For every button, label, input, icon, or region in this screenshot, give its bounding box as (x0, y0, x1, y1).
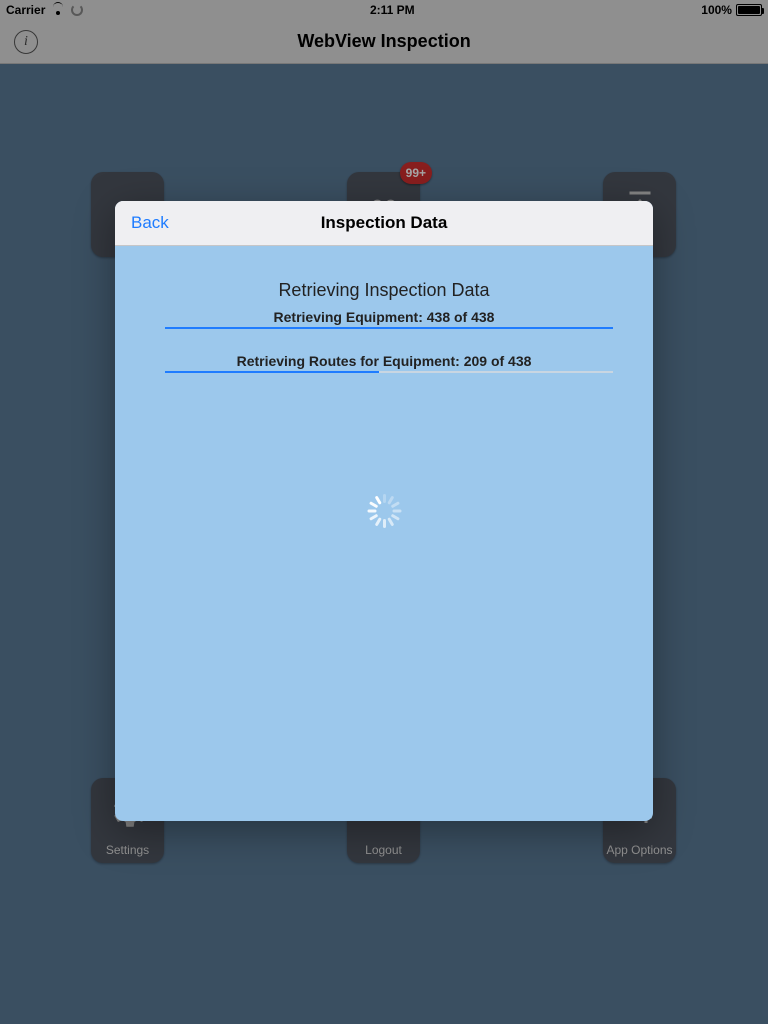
modal-body: Retrieving Inspection Data Retrieving Eq… (115, 246, 653, 373)
progress1-label: Retrieving Equipment: 438 of 438 (165, 309, 603, 325)
progress2-fill (165, 371, 379, 373)
inspection-data-modal: Back Inspection Data Retrieving Inspecti… (115, 201, 653, 821)
progress2-bar (165, 371, 613, 373)
modal-title: Inspection Data (321, 213, 448, 233)
back-button[interactable]: Back (131, 201, 169, 245)
retrieving-heading: Retrieving Inspection Data (165, 280, 603, 301)
progress1-fill (165, 327, 613, 329)
loading-spinner-icon (367, 494, 401, 528)
screen: Carrier 2:11 PM 100% i WebView Inspectio… (0, 0, 768, 1024)
progress1-bar (165, 327, 613, 329)
progress2-label: Retrieving Routes for Equipment: 209 of … (165, 353, 603, 369)
back-label: Back (131, 213, 169, 233)
modal-header: Back Inspection Data (115, 201, 653, 246)
